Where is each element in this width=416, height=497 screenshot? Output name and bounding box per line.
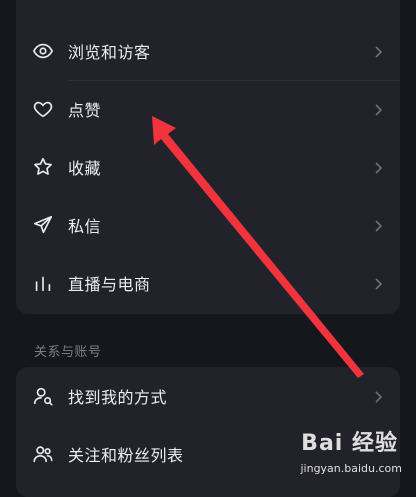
chevron-right-icon <box>372 276 384 290</box>
menu-item-browse-visitors[interactable]: 浏览和访客 <box>16 22 400 80</box>
menu-item-label: 关注和粉丝列表 <box>68 446 184 465</box>
menu-item-label: 找到我的方式 <box>68 388 168 407</box>
menu-item-label: 私信 <box>68 217 102 236</box>
chevron-right-icon <box>372 102 384 116</box>
settings-card-main: 浏览和访客 点赞 收藏 私信 直播与电商 <box>16 0 400 314</box>
menu-item-likes[interactable]: 点赞 <box>16 80 400 138</box>
menu-item-live-commerce[interactable]: 直播与电商 <box>16 254 400 312</box>
menu-item-label: 收藏 <box>68 159 102 178</box>
chevron-right-icon <box>372 160 384 174</box>
menu-item-messages[interactable]: 私信 <box>16 196 400 254</box>
users-icon <box>32 443 54 465</box>
menu-item-label: 点赞 <box>68 101 102 120</box>
watermark-logo: Bai 经验 <box>301 431 398 456</box>
heart-icon <box>32 98 54 120</box>
bar-chart-icon <box>32 272 54 294</box>
watermark: Bai 经验 jingyan.baidu.com <box>286 425 406 475</box>
menu-item-label: 直播与电商 <box>68 275 151 294</box>
chevron-right-icon <box>372 389 384 403</box>
eye-icon <box>32 40 54 62</box>
menu-item-favorites[interactable]: 收藏 <box>16 138 400 196</box>
user-search-icon <box>32 385 54 407</box>
chevron-right-icon <box>372 44 384 58</box>
chevron-right-icon <box>372 218 384 232</box>
menu-item-find-me[interactable]: 找到我的方式 <box>16 367 400 425</box>
menu-item-label: 浏览和访客 <box>68 43 151 62</box>
star-icon <box>32 156 54 178</box>
watermark-url: jingyan.baidu.com <box>300 462 402 475</box>
section-title: 关系与账号 <box>34 345 102 360</box>
send-icon <box>32 214 54 236</box>
